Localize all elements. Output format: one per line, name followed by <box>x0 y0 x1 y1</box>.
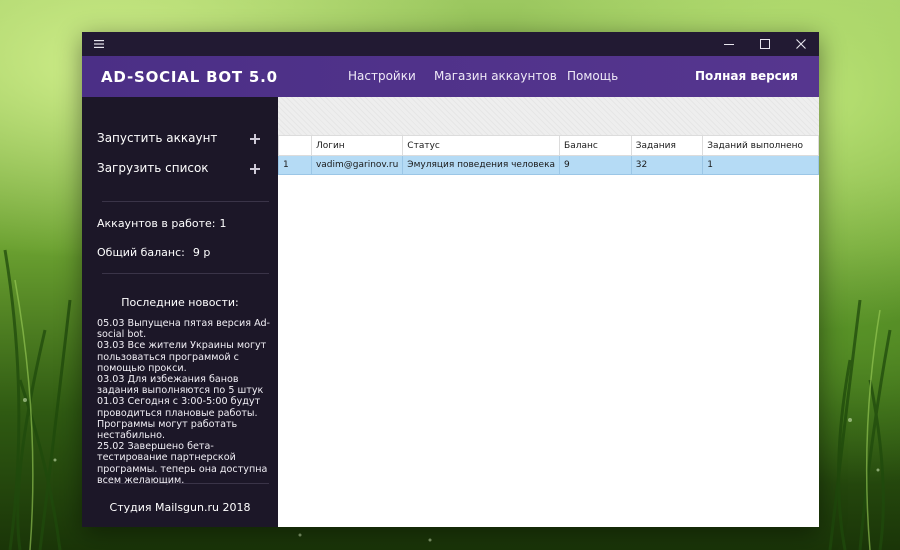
close-button[interactable] <box>783 32 819 56</box>
column-header-index[interactable] <box>278 135 312 156</box>
hamburger-icon[interactable] <box>94 39 104 49</box>
column-header-status[interactable]: Статус <box>402 135 561 156</box>
load-list-button[interactable]: Загрузить список <box>97 161 209 175</box>
news-item: 01.03 Сегодня с 3:00-5:00 будут проводит… <box>97 396 261 442</box>
column-header-tasks-done[interactable]: Заданий выполнено <box>702 135 819 156</box>
plus-icon[interactable] <box>250 134 260 144</box>
column-header-login[interactable]: Логин <box>310 135 404 156</box>
app-title: AD-SOCIAL BOT 5.0 <box>101 68 278 86</box>
news-item: 25.02 Завершено бета-тестирование партне… <box>97 441 268 486</box>
maximize-icon <box>760 39 770 49</box>
nav-help[interactable]: Помощь <box>567 69 618 83</box>
news-title: Последние новости: <box>121 296 239 309</box>
total-balance: Общий баланс: 9 р <box>97 246 210 259</box>
cell-status: Эмуляция поведения человека <box>402 155 561 175</box>
news-item: 05.03 Выпущена пятая версия Ad-social bo… <box>97 318 271 341</box>
news-item: 03.03 Для избежания банов задания выполн… <box>97 374 264 397</box>
cell-tasks-done: 1 <box>702 155 819 175</box>
accounts-in-work-value: 1 <box>219 217 227 230</box>
sidebar-divider <box>102 273 269 274</box>
close-icon <box>796 39 806 49</box>
accounts-in-work-label: Аккаунтов в работе: <box>97 217 216 230</box>
sidebar-divider <box>102 483 269 484</box>
minimize-button[interactable] <box>711 32 747 56</box>
total-balance-label: Общий баланс: <box>97 246 185 259</box>
maximize-button[interactable] <box>747 32 783 56</box>
app-window: AD-SOCIAL BOT 5.0 Настройки Магазин акка… <box>82 32 819 527</box>
accounts-table: Логин Статус Баланс Задания Заданий выпо… <box>278 135 819 175</box>
accounts-table-area: Логин Статус Баланс Задания Заданий выпо… <box>278 135 819 527</box>
total-balance-value: 9 р <box>192 246 211 259</box>
launch-account-button[interactable]: Запустить аккаунт <box>97 131 217 145</box>
sidebar: Запустить аккаунт Загрузить список Аккау… <box>82 97 278 527</box>
plus-icon[interactable] <box>250 164 260 174</box>
column-header-balance[interactable]: Баланс <box>559 135 632 156</box>
studio-footer: Студия Mailsgun.ru 2018 <box>109 501 251 514</box>
minimize-icon <box>724 44 734 45</box>
cell-tasks: 32 <box>630 155 704 175</box>
full-version-link[interactable]: Полная версия <box>695 69 798 83</box>
column-header-tasks[interactable]: Задания <box>630 135 704 156</box>
news-item: 03.03 Все жители Украины могут пользоват… <box>97 340 267 374</box>
toolbar-strip <box>278 97 819 135</box>
news-list: 05.03 Выпущена пятая версия Ad-social bo… <box>97 318 277 486</box>
sidebar-divider <box>102 201 269 202</box>
cell-balance: 9 <box>559 155 632 175</box>
cell-index: 1 <box>278 155 312 175</box>
table-header-row: Логин Статус Баланс Задания Заданий выпо… <box>278 135 819 156</box>
app-header: AD-SOCIAL BOT 5.0 Настройки Магазин акка… <box>82 56 819 97</box>
cell-login: vadim@garinov.ru <box>310 155 404 175</box>
nav-settings[interactable]: Настройки <box>348 69 416 83</box>
accounts-in-work: Аккаунтов в работе: 1 <box>97 217 226 230</box>
nav-account-shop[interactable]: Магазин аккаунтов <box>434 69 557 83</box>
title-bar <box>82 32 819 56</box>
table-row[interactable]: 1 vadim@garinov.ru Эмуляция поведения че… <box>278 155 819 175</box>
